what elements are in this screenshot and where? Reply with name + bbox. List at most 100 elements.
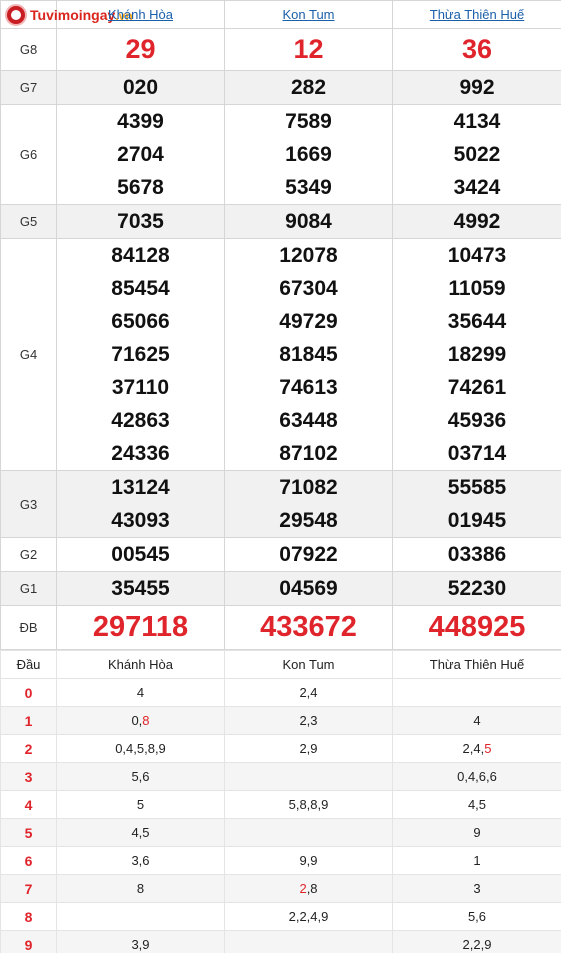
loto-head-digit: 1 bbox=[0, 706, 57, 735]
province-header-2: Kon Tum bbox=[224, 0, 393, 29]
prize-cell: 10473 11059 35644 18299 74261 45936 03714 bbox=[392, 238, 561, 471]
prize-number: 67304 bbox=[279, 277, 338, 300]
loto-tail-cell: 3,9 bbox=[56, 930, 225, 953]
loto-table: Đầu Khánh Hòa Kon Tum Thừa Thiên Huế 042… bbox=[0, 650, 561, 953]
loto-tail-highlight: 5 bbox=[484, 741, 492, 756]
province-header-3: Thừa Thiên Huế bbox=[392, 0, 561, 29]
prize-number: 020 bbox=[122, 76, 159, 99]
province-link-kon-tum[interactable]: Kon Tum bbox=[282, 7, 334, 22]
loto-tail-cell: 5,6 bbox=[392, 902, 561, 931]
loto-tail-cell: 2,8 bbox=[224, 874, 393, 903]
loto-tail-cell: 3,6 bbox=[56, 846, 225, 875]
prize-number: 04569 bbox=[279, 577, 338, 600]
prize-number: 49729 bbox=[279, 310, 338, 333]
loto-tail-cell: 9,9 bbox=[224, 846, 393, 875]
prize-cell: 07922 bbox=[224, 537, 393, 572]
prize-number: 35455 bbox=[111, 577, 170, 600]
prize-cell: 7589 1669 5349 bbox=[224, 104, 393, 205]
loto-tail-text: 3,9 bbox=[131, 937, 150, 952]
loto-tail-text: 4,5 bbox=[467, 797, 487, 812]
loto-tail-text: 8 bbox=[136, 881, 145, 896]
loto-row: 8 2,2,4,9 5,6 bbox=[0, 902, 561, 931]
loto-tail-cell: 0,4,5,8,9 bbox=[56, 734, 225, 763]
prize-cell: 52230 bbox=[392, 571, 561, 606]
loto-header-dau: Đầu bbox=[0, 650, 57, 679]
prize-number: 13124 bbox=[111, 476, 170, 499]
prize-number: 12078 bbox=[279, 244, 338, 267]
prize-number: 74613 bbox=[279, 376, 338, 399]
loto-tail-cell: 5,6 bbox=[56, 762, 225, 791]
prize-number: 24336 bbox=[111, 442, 170, 465]
prize-number: 3424 bbox=[453, 176, 501, 199]
loto-tail-cell: 5,8,8,9 bbox=[224, 790, 393, 819]
prize-cell: 992 bbox=[392, 70, 561, 105]
prize-cell: 71082 29548 bbox=[224, 470, 393, 538]
prize-cell: 12 bbox=[224, 28, 393, 71]
loto-tail-text: 4,5 bbox=[131, 825, 150, 840]
prize-number: 1669 bbox=[285, 143, 332, 166]
prize-number: 992 bbox=[459, 76, 495, 99]
prize-number: 03714 bbox=[447, 442, 507, 465]
prize-number: 4992 bbox=[453, 210, 501, 233]
loto-tail-cell: 4,5 bbox=[392, 790, 561, 819]
loto-row: 2 0,4,5,8,9 2,9 2,4,5 bbox=[0, 734, 561, 763]
prize-number: 448925 bbox=[428, 611, 526, 643]
prize-number: 35644 bbox=[447, 310, 507, 333]
results-body: G8 29 12 36 G7 020 282 992 G6 4399 2704 5678 7589 166… bbox=[0, 28, 561, 650]
loto-header-row: Đầu Khánh Hòa Kon Tum Thừa Thiên Huế bbox=[0, 650, 561, 679]
prize-cell: 4134 5022 3424 bbox=[392, 104, 561, 205]
loto-tail-text: 5,8,8,9 bbox=[288, 797, 329, 812]
loto-tail-text: 9,9 bbox=[299, 853, 318, 868]
results-table: Tuvimoingay.vn Khánh Hòa Kon Tum Thừa Th… bbox=[0, 0, 561, 650]
loto-header-kon-tum: Kon Tum bbox=[224, 650, 393, 679]
loto-tail-cell: 9 bbox=[392, 818, 561, 847]
loto-tail-cell: 5 bbox=[56, 790, 225, 819]
prize-number: 45936 bbox=[447, 409, 507, 432]
prize-cell: 36 bbox=[392, 28, 561, 71]
prize-number: 43093 bbox=[111, 509, 170, 532]
prize-number: 5349 bbox=[285, 176, 332, 199]
loto-tail-cell: 1 bbox=[392, 846, 561, 875]
loto-head-digit: 5 bbox=[0, 818, 57, 847]
loto-header-khanh-hoa: Khánh Hòa bbox=[56, 650, 225, 679]
prize-cell: 13124 43093 bbox=[56, 470, 225, 538]
prize-cell: 84128 85454 65066 71625 37110 42863 24336 bbox=[56, 238, 225, 471]
prize-cell: 297118 bbox=[56, 605, 225, 650]
loto-tail-cell: 2,9 bbox=[224, 734, 393, 763]
prize-number: 7035 bbox=[117, 210, 164, 233]
prize-cell: 29 bbox=[56, 28, 225, 71]
prize-label: G2 bbox=[0, 537, 57, 572]
prize-cell: 4399 2704 5678 bbox=[56, 104, 225, 205]
prize-cell: 433672 bbox=[224, 605, 393, 650]
loto-tail-cell: 2,2,4,9 bbox=[224, 902, 393, 931]
loto-head-digit: 8 bbox=[0, 902, 57, 931]
logo-cell: Tuvimoingay.vn bbox=[0, 0, 133, 29]
prize-number: 297118 bbox=[92, 611, 189, 643]
prize-row-g5: G5 7035 9084 4992 bbox=[0, 204, 561, 239]
site-logo[interactable]: Tuvimoingay.vn bbox=[1, 1, 133, 28]
prize-cell: 7035 bbox=[56, 204, 225, 239]
province-link-khanh-hoa[interactable]: Khánh Hòa bbox=[108, 7, 173, 22]
loto-head-digit: 7 bbox=[0, 874, 57, 903]
prize-number: 84128 bbox=[111, 244, 170, 267]
prize-number: 87102 bbox=[279, 442, 338, 465]
prize-number: 18299 bbox=[447, 343, 507, 366]
loto-tail-text: 9 bbox=[473, 825, 481, 840]
loto-tail-text: 5 bbox=[136, 797, 145, 812]
prize-number: 29548 bbox=[279, 509, 338, 532]
results-header-row: Tuvimoingay.vn Khánh Hòa Kon Tum Thừa Th… bbox=[0, 0, 561, 29]
loto-header-thua-thien-hue: Thừa Thiên Huế bbox=[392, 650, 561, 679]
prize-number: 03386 bbox=[447, 543, 507, 566]
loto-tail-text: 3,6 bbox=[131, 853, 150, 868]
loto-tail-text: 2,2,9 bbox=[462, 937, 492, 952]
prize-cell: 4992 bbox=[392, 204, 561, 239]
province-link-thua-thien-hue[interactable]: Thừa Thiên Huế bbox=[430, 7, 524, 22]
loto-tail-cell bbox=[392, 678, 561, 707]
prize-number: 282 bbox=[290, 76, 327, 99]
prize-number: 433672 bbox=[260, 611, 357, 643]
prize-number: 5678 bbox=[117, 176, 164, 199]
loto-tail-cell: 8 bbox=[56, 874, 225, 903]
loto-row: 7 8 2,8 3 bbox=[0, 874, 561, 903]
prize-number: 10473 bbox=[447, 244, 507, 267]
prize-number: 00545 bbox=[111, 543, 170, 566]
